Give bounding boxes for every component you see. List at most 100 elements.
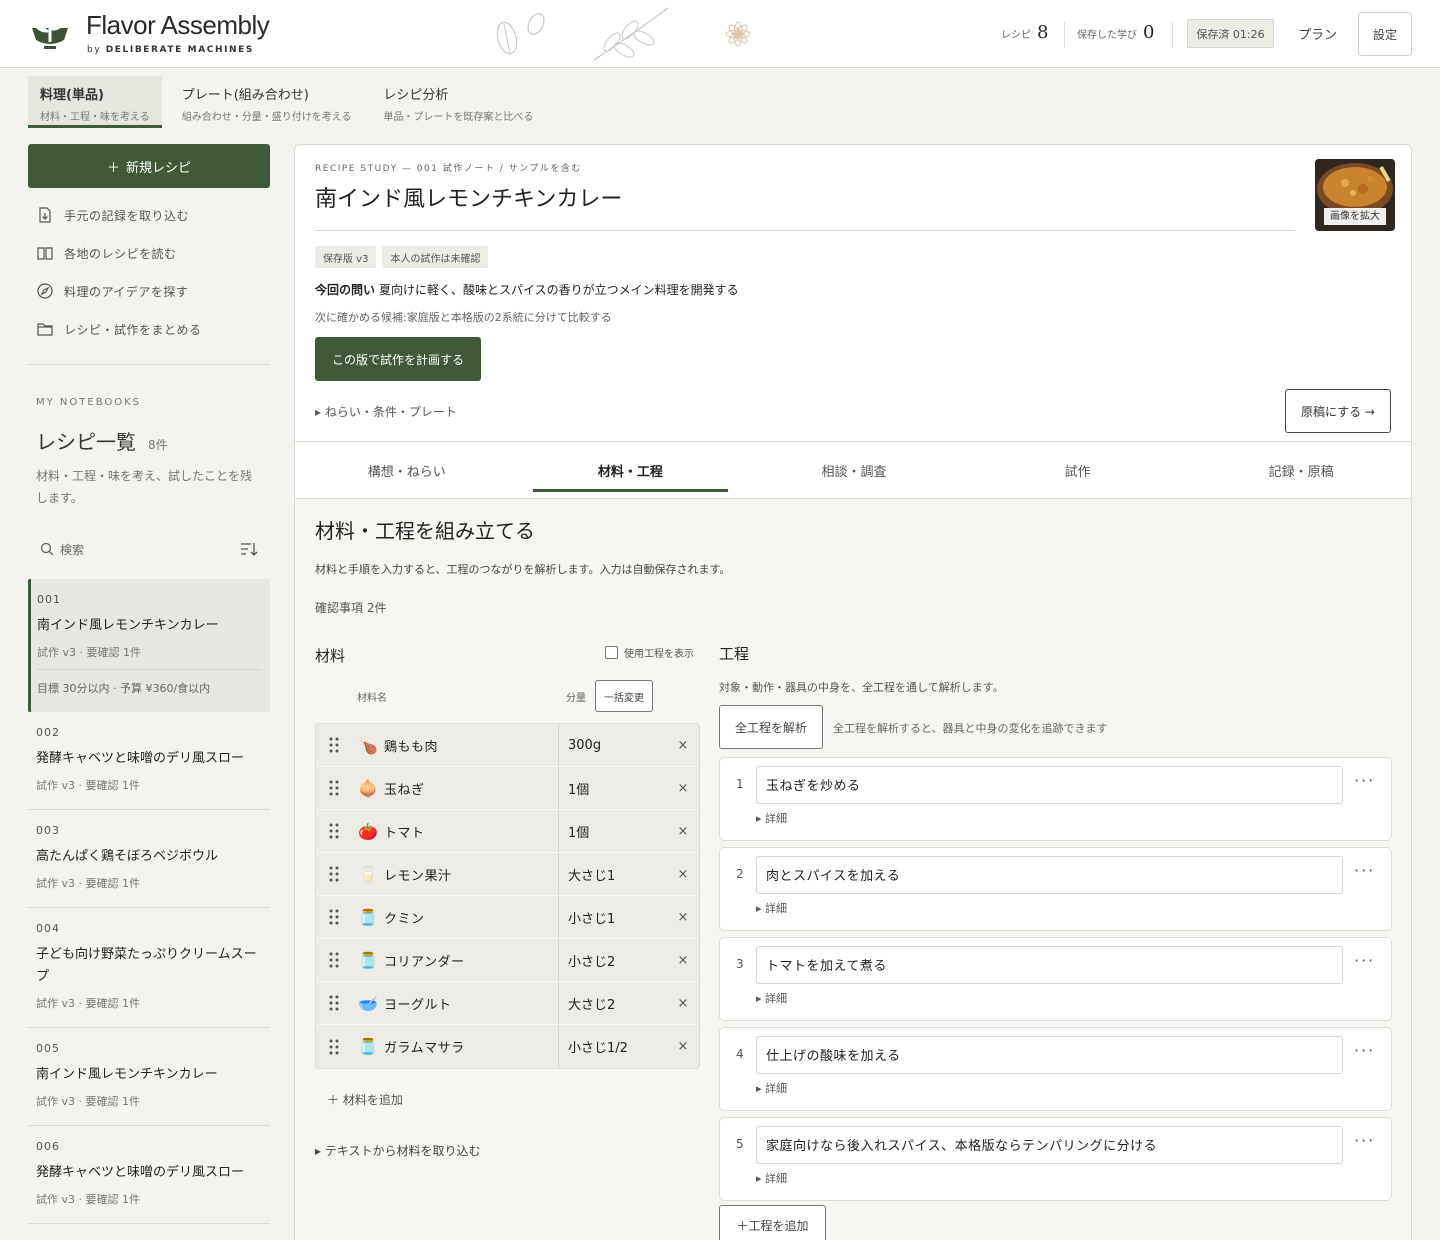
tab-record-draft[interactable]: 記録・原稿 [1189,442,1411,498]
recipe-image-thumbnail[interactable]: 画像を拡大 [1315,159,1395,231]
search-icon [40,542,54,556]
sidebar-item-import-records[interactable]: 手元の記録を取り込む [28,196,270,234]
ingredient-qty[interactable]: 小さじ1/2 [558,1025,668,1068]
ingredient-name[interactable]: コリアンダー [384,951,558,970]
more-options-icon[interactable]: ··· [1354,861,1375,880]
drag-handle-icon[interactable] [316,737,352,753]
recipe-list-item[interactable]: 006 発酵キャベツと味噌のデリ風スロー 試作 v3 · 要確認 1件 [28,1126,270,1224]
sidebar-item-find-ideas[interactable]: 料理のアイデアを探す [28,272,270,310]
tab-ingredients-process[interactable]: 材料・工程 [519,442,743,498]
bulk-change-button[interactable]: 一括変更 [595,680,653,712]
more-options-icon[interactable]: ··· [1354,951,1375,970]
more-options-icon[interactable]: ··· [1354,1131,1375,1150]
recipe-list-item[interactable]: 002 発酵キャベツと味噌のデリ風スロー 試作 v3 · 要確認 1件 [28,712,270,810]
plus-icon: ＋ [106,160,120,176]
remove-ingredient-icon[interactable]: × [668,953,698,968]
spice-jar-icon: 🫙 [358,907,378,927]
tab-trial[interactable]: 試作 [966,442,1190,498]
ingredients-table: 🍗 鶏もも肉 300g × 🧅 玉ねぎ 1個 × 🍅 トマト 1個 × 🥛 レモ… [315,723,700,1069]
more-options-icon[interactable]: ··· [1354,771,1375,790]
recipe-count: レシピ 8 [1001,22,1049,43]
text-import-toggle[interactable]: ▸ テキストから材料を取り込む [315,1142,481,1159]
drag-handle-icon[interactable] [316,780,352,796]
col-header-name: 材料名 [357,693,387,704]
add-ingredient-button[interactable]: ＋ 材料を追加 [327,1091,403,1108]
mode-tab-recipe-analysis[interactable]: レシピ分析 単品・プレートを既存案と比べる [371,76,545,128]
step-detail-toggle[interactable]: ▸ 詳細 [756,1170,787,1186]
step-number: 4 [736,1047,744,1061]
brand-name: Flavor Assembly [86,10,270,40]
ingredient-name[interactable]: 玉ねぎ [384,779,558,798]
title-divider [315,230,1295,231]
mode-tab-single-dish[interactable]: 料理(単品) 材料・工程・味を考える [28,76,162,128]
recipe-list-heading: レシピ一覧 8件 [36,430,168,454]
drag-handle-icon[interactable] [316,952,352,968]
recipe-list-item[interactable]: 001 南インド風レモンチキンカレー 試作 v3 · 要確認 1件 目標 30分… [28,579,270,712]
step-input[interactable]: 玉ねぎを炒める [756,766,1343,804]
ingredient-name[interactable]: 鶏もも肉 [384,736,558,755]
step-input[interactable]: 肉とスパイスを加える [756,856,1343,894]
header-divider [1064,22,1065,48]
new-recipe-button[interactable]: ＋新規レシピ [28,144,270,188]
drag-handle-icon[interactable] [316,1039,352,1055]
sort-icon[interactable] [240,541,258,557]
remove-ingredient-icon[interactable]: × [668,996,698,1011]
drag-handle-icon[interactable] [316,866,352,882]
saved-status-badge: 保存済 01:26 [1187,19,1274,48]
recipe-kicker: RECIPE STUDY — 001 試作ノート / サンプルを含む [315,164,582,174]
show-process-checkbox[interactable]: 使用工程を表示 [605,645,694,660]
recipe-list-item[interactable]: 004 子ども向け野菜たっぷりクリームスープ 試作 v3 · 要確認 1件 [28,908,270,1028]
drag-handle-icon[interactable] [316,995,352,1011]
tab-consult-research[interactable]: 相談・調査 [742,442,966,498]
remove-ingredient-icon[interactable]: × [668,781,698,796]
tab-concept[interactable]: 構想・ねらい [295,442,519,498]
ingredient-qty[interactable]: 小さじ2 [558,939,668,981]
remove-ingredient-icon[interactable]: × [668,867,698,882]
ingredient-name[interactable]: トマト [384,822,558,841]
remove-ingredient-icon[interactable]: × [668,910,698,925]
search-input[interactable]: 検索 [40,541,84,558]
file-import-icon [39,207,51,223]
plan-link[interactable]: プラン [1298,24,1337,43]
ingredient-qty[interactable]: 大さじ2 [558,982,668,1024]
step-detail-toggle[interactable]: ▸ 詳細 [756,900,787,916]
ingredient-name[interactable]: レモン果汁 [384,865,558,884]
plan-trial-button[interactable]: この版で試作を計画する [315,337,481,381]
step-input[interactable]: 仕上げの酸味を加える [756,1036,1343,1074]
recipe-list-item[interactable]: 003 高たんぱく鶏そぼろベジボウル 試作 v3 · 要確認 1件 [28,810,270,908]
sidebar-item-read-recipes[interactable]: 各地のレシピを読む [28,234,270,272]
step-input[interactable]: トマトを加えて煮る [756,946,1343,984]
drag-handle-icon[interactable] [316,823,352,839]
confirm-items-link[interactable]: 確認事項 2件 [315,599,386,616]
step-detail-toggle[interactable]: ▸ 詳細 [756,1080,787,1096]
step-detail-toggle[interactable]: ▸ 詳細 [756,990,787,1006]
chicken-icon: 🍗 [358,735,378,755]
step-input[interactable]: 家庭向けなら後入れスパイス、本格版ならテンパリングに分ける [756,1126,1343,1164]
step-detail-toggle[interactable]: ▸ 詳細 [756,810,787,826]
ingredient-row: 🥛 レモン果汁 大さじ1 × [316,853,699,896]
make-draft-button[interactable]: 原稿にする → [1285,389,1391,433]
add-step-button[interactable]: ＋ 工程を追加 [719,1205,826,1240]
remove-ingredient-icon[interactable]: × [668,824,698,839]
remove-ingredient-icon[interactable]: × [668,1039,698,1054]
ingredient-row: 🍅 トマト 1個 × [316,810,699,853]
more-options-icon[interactable]: ··· [1354,1041,1375,1060]
search-row: 検索 [28,537,270,561]
ingredient-name[interactable]: クミン [384,908,558,927]
ingredient-name[interactable]: ガラムマサラ [384,1037,558,1056]
ingredient-name[interactable]: ヨーグルト [384,994,558,1013]
aim-conditions-toggle[interactable]: ▸ ねらい・条件・プレート [315,403,457,420]
drag-handle-icon[interactable] [316,909,352,925]
saved-learnings-count: 保存した学び 0 [1077,22,1155,43]
settings-button[interactable]: 設定 [1358,12,1412,56]
ingredient-qty[interactable]: 1個 [558,810,668,852]
ingredient-qty[interactable]: 小さじ1 [558,896,668,938]
recipe-list-item[interactable]: 005 南インド風レモンチキンカレー 試作 v3 · 要確認 1件 [28,1028,270,1126]
mode-tab-plate[interactable]: プレート(組み合わせ) 組み合わせ・分量・盛り付けを考える [170,76,364,128]
ingredient-qty[interactable]: 1個 [558,767,668,809]
analyze-all-button[interactable]: 全工程を解析 [719,705,823,749]
ingredient-qty[interactable]: 300g [558,724,668,766]
ingredient-qty[interactable]: 大さじ1 [558,853,668,895]
sidebar-item-organize[interactable]: レシピ・試作をまとめる [28,310,270,348]
remove-ingredient-icon[interactable]: × [668,738,698,753]
